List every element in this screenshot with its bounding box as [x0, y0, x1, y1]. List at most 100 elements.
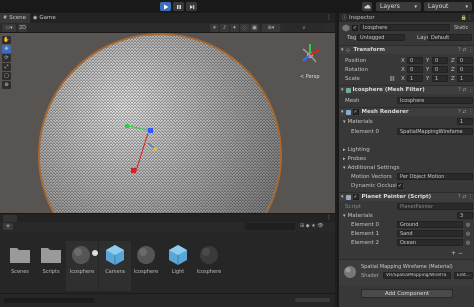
component-enabled-checkbox[interactable]: ✓ [352, 194, 359, 200]
effects-toggle-icon[interactable]: ✦ [230, 24, 239, 32]
expand-arrow-icon[interactable] [92, 250, 98, 256]
component-menu-icon[interactable]: ? ⇄ ⋮ [458, 109, 473, 115]
planet-painter-header[interactable]: ▾ ✓ Planet Painter (Script) ? ⇄ ⋮ [339, 192, 474, 201]
icon-size-slider[interactable] [295, 298, 330, 302]
scale-x-field[interactable]: 1 [407, 75, 423, 82]
component-menu-icon[interactable]: ? ⇄ ⋮ [458, 194, 473, 200]
cloud-button[interactable] [362, 2, 372, 11]
move-tool-icon[interactable]: ✥ [2, 45, 11, 53]
material-field[interactable]: Ground [397, 221, 463, 228]
materials-foldout[interactable]: ▾ Materials 1 [339, 117, 474, 126]
rotate-tool-icon[interactable]: ⟳ [2, 54, 11, 62]
rotation-z-field[interactable]: 0 [457, 66, 473, 73]
rect-tool-icon[interactable]: ▢ [2, 72, 11, 80]
rotation-y-field[interactable]: 0 [432, 66, 448, 73]
component-menu-icon[interactable]: ? ⇄ ⋮ [458, 47, 473, 53]
scale-y-field[interactable]: 1 [432, 75, 448, 82]
painter-materials-foldout[interactable]: ▾ Materials 3 [339, 211, 474, 220]
tag-dropdown[interactable]: Untagged [357, 34, 405, 41]
object-picker-icon[interactable]: ◎ [466, 222, 470, 228]
lighting-toggle-icon[interactable]: ☀ [210, 24, 219, 32]
transform-tool-icon[interactable]: ⊛ [2, 81, 11, 89]
camera-settings-icon[interactable]: ▣ [250, 24, 259, 32]
tab-menu-icon[interactable]: ⋮ [326, 214, 332, 221]
2d-toggle[interactable]: 2D [18, 24, 27, 32]
scale-z-field[interactable]: 1 [457, 75, 473, 82]
static-toggle[interactable]: Static [454, 25, 468, 31]
active-checkbox[interactable]: ✓ [352, 25, 358, 31]
hand-tool-icon[interactable]: ✋ [2, 36, 11, 44]
layout-dropdown[interactable]: Layout ▾ [424, 2, 472, 11]
position-x-field[interactable]: 0 [407, 57, 423, 64]
asset-item[interactable]: Scenes [4, 241, 36, 275]
component-menu-icon[interactable]: ? ⇄ ⋮ [458, 87, 473, 93]
audio-toggle-icon[interactable]: ♪ [220, 24, 229, 32]
hierarchy-search-input[interactable]: ⌕ [284, 24, 324, 32]
create-asset-button[interactable]: + [3, 223, 13, 230]
mesh-filter-header[interactable]: ▾ Icosphere (Mesh Filter) ? ⇄ ⋮ [339, 85, 474, 94]
mesh-field[interactable]: Icosphere [397, 97, 473, 104]
asset-grid: Scenes Scripts Icosphere Camera Icospher… [0, 232, 335, 293]
scale-tool-icon[interactable]: ⤢ [2, 63, 11, 71]
component-enabled-checkbox[interactable]: ✓ [352, 109, 359, 115]
layer-dropdown[interactable]: Default [428, 34, 472, 41]
shader-edit-button[interactable]: Edit... [454, 272, 473, 279]
project-toolbar: + ⊞ ◆ ★ 👁 [0, 222, 335, 232]
materials-count-field[interactable]: 1 [457, 118, 473, 125]
position-y-field[interactable]: 0 [432, 57, 448, 64]
shader-dropdown[interactable]: VR/SpatialMapping/Wirefra [383, 272, 451, 279]
additional-settings-foldout[interactable]: ▾ Additional Settings [339, 163, 474, 172]
asset-item[interactable]: Camera [99, 241, 131, 291]
object-picker-icon[interactable]: ◎ [466, 231, 470, 237]
tab-inspector[interactable]: Inspector [349, 15, 375, 21]
asset-path-bar [4, 298, 94, 303]
lighting-foldout[interactable]: ▸ Lighting [339, 145, 474, 154]
chevron-down-icon: ▾ [343, 164, 346, 171]
script-label: Script [345, 203, 361, 210]
link-icon[interactable]: ⛓ [389, 76, 395, 82]
position-z-field[interactable]: 0 [457, 57, 473, 64]
project-footer [0, 293, 335, 307]
chevron-right-icon: ▸ [343, 155, 346, 162]
asset-item[interactable]: Light [162, 241, 194, 275]
dynamic-occlusion-label: Dynamic Occlusion [351, 182, 404, 189]
motion-vectors-dropdown[interactable]: Per Object Motion [397, 173, 473, 180]
motion-vectors-row: Motion Vectors Per Object Motion [339, 172, 474, 181]
asset-item[interactable]: Icosphere [66, 241, 98, 291]
add-remove-buttons[interactable]: + − [451, 250, 463, 257]
filter-icons[interactable]: ⊞ ◆ ★ 👁 [300, 223, 324, 229]
object-picker-icon[interactable]: ◎ [466, 240, 470, 246]
object-name-field[interactable]: Icosphere [360, 24, 450, 31]
layers-dropdown[interactable]: Layers ▾ [376, 2, 421, 11]
materials-count-field[interactable]: 3 [457, 212, 473, 219]
material-field[interactable]: Ocean [397, 239, 463, 246]
hidden-objects-icon[interactable]: ◌ [240, 24, 249, 32]
material-field[interactable]: SpatialMappingWirefame [397, 128, 473, 135]
asset-label: Icosphere [133, 269, 159, 275]
lock-icon[interactable]: 🔒⋮ [461, 15, 472, 21]
probes-foldout[interactable]: ▸ Probes [339, 154, 474, 163]
gizmos-dropdown[interactable]: ⊕▾ [262, 24, 280, 32]
draw-mode-dropdown[interactable]: ▭▾ [2, 24, 16, 32]
pause-button[interactable] [173, 2, 184, 11]
rotation-x-field[interactable]: 0 [407, 66, 423, 73]
project-search-input[interactable] [245, 223, 295, 230]
mesh-renderer-header[interactable]: ▾ ✓ Mesh Renderer ? ⇄ ⋮ [339, 107, 474, 116]
transform-header[interactable]: ▾ ⊹ Transform ? ⇄ ⋮ [339, 45, 474, 54]
tab-scene[interactable]: # Scene [0, 13, 30, 23]
asset-item[interactable]: Icosphere [130, 241, 162, 275]
tab-menu-icon[interactable]: ⋮ [326, 14, 332, 21]
step-button[interactable] [186, 2, 197, 11]
asset-item[interactable]: Icosphere [193, 241, 225, 275]
add-component-button[interactable]: Add Component [361, 289, 453, 298]
material-field[interactable]: Sand [397, 230, 463, 237]
scene-viewport[interactable]: < Persp [0, 33, 335, 213]
tab-project[interactable] [3, 215, 17, 222]
play-button[interactable] [160, 2, 171, 11]
gamepad-icon: ◉ [33, 15, 38, 21]
asset-item[interactable]: Scripts [35, 241, 67, 275]
dynamic-occlusion-checkbox[interactable]: ✓ [397, 183, 403, 189]
tab-game[interactable]: ◉ Game [30, 13, 60, 23]
persp-label[interactable]: < Persp [300, 74, 320, 80]
orientation-gizmo[interactable] [295, 41, 325, 73]
